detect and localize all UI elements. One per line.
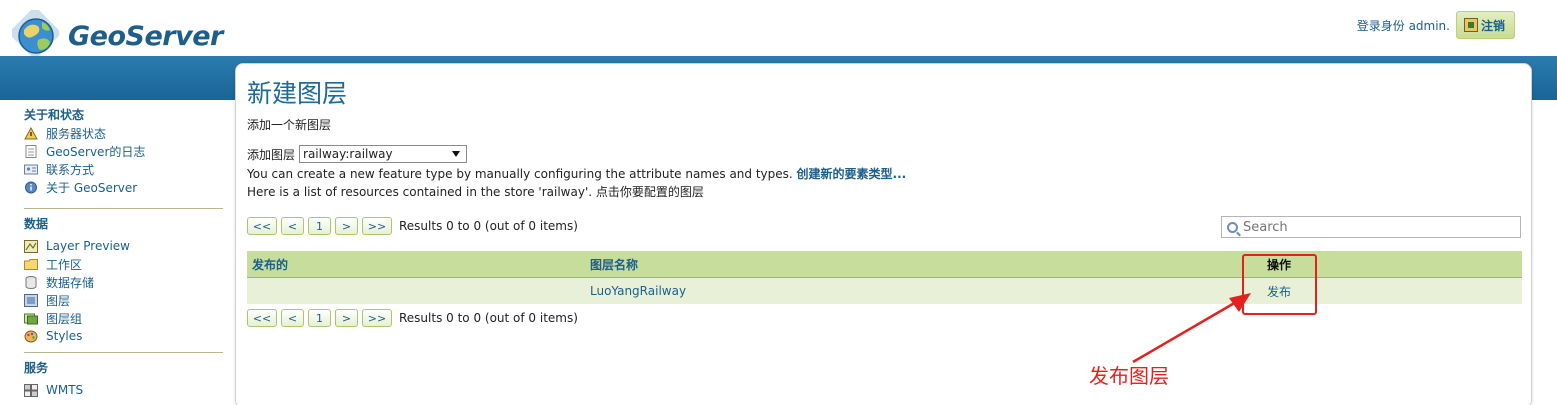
create-feature-info: You can create a new feature type by man… [247, 165, 906, 182]
column-header-layer-name[interactable]: 图层名称 [590, 256, 638, 273]
globe-logo-icon [10, 8, 64, 62]
sidebar-section-data: 数据 Layer Preview 工作区 数据存储 图层 图层组 Styles [24, 215, 223, 345]
search-box[interactable] [1221, 216, 1521, 238]
logout-icon [1463, 18, 1478, 32]
sidebar-item-label: 工作区 [46, 257, 83, 272]
annotation-label: 发布图层 [1089, 364, 1169, 388]
column-header-published[interactable]: 发布的 [252, 256, 288, 273]
logo-text: GeoServer [68, 20, 223, 52]
pager-top: << < 1 > >> Results 0 to 0 (out of 0 ite… [247, 217, 578, 235]
sidebar-item-label: 图层组 [46, 311, 83, 326]
annotation-arrow-icon [1132, 293, 1251, 364]
page-number-button[interactable]: 1 [308, 309, 331, 327]
sidebar-divider [24, 208, 223, 209]
user-area: 登录身份 admin. 注销 [1357, 11, 1515, 39]
page-subtitle: 添加一个新图层 [247, 118, 332, 132]
sidebar-item-contact[interactable]: 联系方式 [24, 160, 223, 178]
next-page-button[interactable]: > [335, 217, 358, 235]
add-layer-row: 添加图层 railway:railway [247, 145, 468, 163]
prev-page-button[interactable]: < [281, 309, 304, 327]
styles-icon [24, 330, 38, 342]
sidebar-item-server-status[interactable]: 服务器状态 [24, 124, 223, 142]
search-icon [1227, 221, 1238, 233]
layer-preview-icon [24, 239, 38, 253]
page-number-button[interactable]: 1 [308, 217, 331, 235]
sidebar-item-label: 图层 [46, 293, 71, 308]
logout-label: 注销 [1480, 18, 1505, 33]
geoserver-logo[interactable]: GeoServer [10, 8, 223, 62]
last-page-button[interactable]: >> [362, 217, 392, 235]
results-summary: Results 0 to 0 (out of 0 items) [399, 219, 578, 233]
sidebar-item-label: GeoServer的日志 [46, 144, 146, 159]
add-layer-label: 添加图层 [247, 147, 296, 162]
sidebar-item-label: Styles [46, 329, 83, 343]
search-input[interactable] [1243, 219, 1503, 235]
sidebar-item-label: 数据存储 [46, 275, 95, 290]
sidebar-item-about[interactable]: 关于 GeoServer [24, 178, 223, 196]
last-page-button[interactable]: >> [362, 309, 392, 327]
layers-table: 发布的 图层名称 操作 LuoYangRailway 发布 [247, 251, 1522, 304]
sidebar-item-label: WMTS [46, 383, 84, 397]
content-panel: 新建图层 添加一个新图层 添加图层 railway:railway You ca… [235, 63, 1532, 405]
first-page-button[interactable]: << [247, 217, 277, 235]
wmts-icon [24, 383, 38, 397]
sidebar-item-workspace[interactable]: 工作区 [24, 255, 223, 273]
layer-icon [24, 293, 38, 307]
sidebar-divider [24, 352, 223, 353]
layer-group-icon [24, 313, 38, 324]
table-row: LuoYangRailway 发布 [247, 278, 1522, 304]
header: GeoServer 登录身份 admin. 注销 [0, 0, 1557, 60]
about-icon [25, 181, 37, 193]
sidebar-item-label: 服务器状态 [46, 126, 107, 141]
create-feature-text: You can create a new feature type by man… [247, 167, 793, 181]
server-status-icon [24, 126, 38, 139]
sidebar-section-title: 服务 [24, 361, 49, 375]
logged-in-user-label: 登录身份 admin. [1356, 18, 1450, 33]
sidebar-item-wmts[interactable]: WMTS [24, 381, 223, 399]
sidebar-item-layers[interactable]: 图层 [24, 291, 223, 309]
results-summary: Results 0 to 0 (out of 0 items) [399, 311, 578, 325]
cell-layer-name: LuoYangRailway [590, 284, 687, 298]
sidebar-item-label: 联系方式 [46, 162, 95, 177]
pager-bottom: << < 1 > >> Results 0 to 0 (out of 0 ite… [247, 309, 578, 327]
sidebar-item-label: Layer Preview [46, 239, 130, 253]
first-page-button[interactable]: << [247, 309, 277, 327]
sidebar-section-services: 服务 WMTS [24, 359, 223, 399]
sidebar-item-layer-groups[interactable]: 图层组 [24, 309, 223, 327]
sidebar-section-title: 关于和状态 [24, 108, 85, 122]
sidebar-section-about: 关于和状态 服务器状态 GeoServer的日志 联系方式 关于 GeoServ… [24, 106, 223, 196]
create-feature-type-link[interactable]: 创建新的要素类型... [797, 167, 907, 181]
sidebar-item-layer-preview[interactable]: Layer Preview [24, 237, 223, 255]
contact-icon [24, 164, 38, 174]
next-page-button[interactable]: > [335, 309, 358, 327]
table-header: 发布的 图层名称 操作 [247, 251, 1522, 278]
sidebar: 关于和状态 服务器状态 GeoServer的日志 联系方式 关于 GeoServ… [0, 100, 232, 405]
workspace-icon [24, 258, 38, 270]
sidebar-item-styles[interactable]: Styles [24, 327, 223, 345]
add-layer-selected-value: railway:railway [303, 147, 393, 161]
datastore-icon [25, 275, 37, 289]
sidebar-item-label: 关于 GeoServer [46, 180, 138, 195]
prev-page-button[interactable]: < [281, 217, 304, 235]
dropdown-arrow-icon [452, 151, 461, 157]
log-icon [25, 144, 37, 158]
add-layer-select[interactable]: railway:railway [299, 145, 468, 163]
store-info-text: Here is a list of resources contained in… [247, 185, 704, 199]
sidebar-section-title: 数据 [24, 217, 49, 231]
sidebar-item-datastore[interactable]: 数据存储 [24, 273, 223, 291]
page-title: 新建图层 [247, 79, 348, 108]
logout-button[interactable]: 注销 [1455, 11, 1515, 39]
sidebar-item-log[interactable]: GeoServer的日志 [24, 142, 223, 160]
